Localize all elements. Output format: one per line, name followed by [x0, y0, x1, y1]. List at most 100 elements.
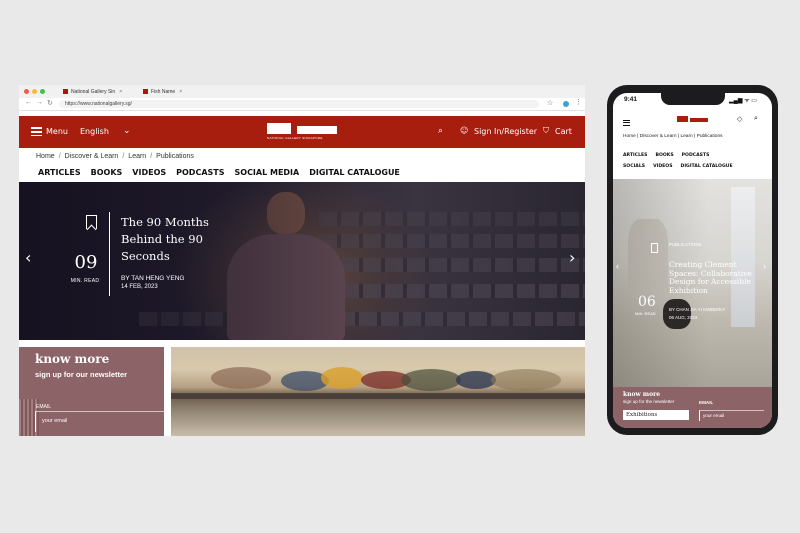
phone-breadcrumb: Home | Discover & Learn | Learn | Public… — [623, 134, 723, 139]
newsletter-subheading: sign up for our newsletter — [35, 370, 128, 379]
hero-article-title[interactable]: Creating Clement Spaces: Collaborative D… — [669, 260, 759, 295]
hero-carousel[interactable]: 09 MIN. READ The 90 Months Behind the 90… — [19, 182, 585, 340]
user-icon[interactable]: ☺ — [460, 127, 468, 135]
read-time-number: 06 — [638, 294, 656, 310]
reload-icon[interactable]: ↻ — [47, 99, 53, 107]
gallery-logo-wordmark[interactable] — [297, 126, 337, 134]
forward-icon[interactable]: → — [36, 99, 43, 106]
email-label: EMAIL — [36, 404, 52, 410]
breadcrumb-home[interactable]: Home — [623, 134, 636, 139]
newsletter-card: know more sign up for our newsletter EMA… — [19, 347, 164, 436]
newsletter-heading: know more — [623, 391, 661, 398]
carousel-next-icon[interactable]: › — [569, 248, 575, 267]
bookmark-star-icon[interactable]: ☆ — [547, 99, 553, 107]
bookmark-icon[interactable] — [651, 243, 658, 253]
nav-socials[interactable]: SOCIALS — [623, 161, 645, 172]
address-bar[interactable]: https://www.nationalgallery.sg/ — [59, 100, 539, 108]
newsletter-heading: know more — [35, 352, 110, 366]
minimize-window-icon[interactable] — [32, 89, 37, 94]
breadcrumb-learn[interactable]: Learn — [128, 153, 146, 160]
email-field[interactable]: your email — [699, 410, 764, 421]
hero-article-title[interactable]: The 90 Months Behind the 90 Seconds — [121, 214, 231, 265]
breadcrumb-publications[interactable]: Publications — [697, 134, 723, 139]
maximize-window-icon[interactable] — [40, 89, 45, 94]
gallery-logo-mark[interactable] — [677, 116, 688, 122]
tab-label: National Gallery Sin — [71, 89, 116, 95]
read-time-unit: MIN. READ — [70, 278, 100, 284]
hero-category: PUBLICATIONS — [669, 242, 702, 247]
cart-link[interactable]: Cart — [555, 128, 572, 136]
watercolour-painting-card[interactable] — [171, 347, 585, 436]
bookmark-icon[interactable] — [86, 215, 97, 229]
browser-tab-fish-name[interactable]: Fish Name × — [143, 86, 182, 98]
nav-videos[interactable]: VIDEOS — [653, 161, 672, 172]
menu-label[interactable]: Menu — [46, 128, 68, 136]
status-icons: ▂▄▆ ᯤ ▭ — [729, 98, 757, 104]
breadcrumb-discover-learn[interactable]: Discover & Learn — [65, 153, 119, 160]
email-label: EMAIL — [699, 400, 714, 405]
desktop-browser-window: National Gallery Sin × Fish Name × ← → ↻ h… — [19, 85, 585, 436]
carousel-prev-icon[interactable]: ‹ — [616, 261, 619, 271]
hero-date: 14 FEB, 2023 — [121, 284, 158, 290]
search-icon[interactable]: ⌕ — [754, 115, 758, 123]
read-time-unit: MIN. READ — [635, 311, 656, 316]
subnav-digital-catalogue[interactable]: DIGITAL CATALOGUE — [309, 168, 400, 177]
chevron-down-icon[interactable]: ⌄ — [123, 127, 131, 136]
hamburger-menu-icon[interactable] — [31, 125, 42, 139]
search-icon[interactable]: ⌕ — [438, 127, 443, 136]
status-time: 9:41 — [624, 96, 638, 103]
language-selector[interactable]: English — [80, 128, 109, 136]
breadcrumb-home[interactable]: Home — [36, 153, 55, 160]
phone-publications-nav: ARTICLES BOOKS PODCASTS SOCIALS VIDEOS DIGIT… — [623, 150, 741, 172]
carousel-next-icon[interactable]: › — [763, 261, 766, 271]
profile-avatar-icon[interactable] — [563, 101, 569, 107]
favicon-icon — [143, 89, 148, 94]
topic-select[interactable]: Exhibitions — [623, 410, 689, 420]
hero-author: BY TAN HENG YENG — [121, 275, 185, 282]
topic-select-value: Exhibitions — [626, 412, 658, 418]
breadcrumb-discover-learn[interactable]: Discover & Learn — [640, 134, 677, 139]
subnav-videos[interactable]: VIDEOS — [132, 168, 166, 177]
email-field[interactable]: your email — [35, 411, 164, 432]
publications-subnav: ARTICLES BOOKS VIDEOS PODCASTS SOCIAL MEDIA D… — [38, 168, 410, 177]
subnav-podcasts[interactable]: PODCASTS — [176, 168, 224, 177]
phone-site-header: ◇ ⌕ — [613, 111, 772, 133]
close-tab-icon[interactable]: × — [179, 89, 182, 95]
subnav-books[interactable]: BOOKS — [91, 168, 123, 177]
back-icon[interactable]: ← — [25, 99, 32, 106]
sign-in-link[interactable]: Sign In/Register — [474, 128, 537, 136]
phone-notch — [661, 93, 725, 105]
nav-books[interactable]: BOOKS — [655, 150, 673, 161]
favicon-icon — [63, 89, 68, 94]
browser-tab-bar: National Gallery Sin × Fish Name × — [19, 85, 585, 98]
browser-toolbar: ← → ↻ https://www.nationalgallery.sg/ ☆ … — [19, 98, 585, 111]
carousel-prev-icon[interactable]: ‹ — [25, 248, 31, 267]
subnav-articles[interactable]: ARTICLES — [38, 168, 81, 177]
tab-label: Fish Name — [151, 89, 176, 95]
gallery-logo-wordmark[interactable] — [690, 118, 708, 122]
newsletter-subheading: sign up for the newsletter — [623, 399, 675, 404]
breadcrumb-publications[interactable]: Publications — [156, 153, 194, 160]
close-window-icon[interactable] — [24, 89, 29, 94]
nav-articles[interactable]: ARTICLES — [623, 150, 647, 161]
logo-caption: NATIONAL GALLERY SINGAPORE — [267, 136, 323, 140]
phone-screen: 9:41 ▂▄▆ ᯤ ▭ ◇ ⌕ Home | Discover & Learn… — [613, 93, 772, 428]
breadcrumb: Home / Discover & Learn / Learn / Publications — [36, 153, 194, 160]
gallery-logo-mark[interactable] — [267, 123, 291, 134]
subnav-social-media[interactable]: SOCIAL MEDIA — [235, 168, 300, 177]
ticket-icon[interactable]: ◇ — [737, 115, 742, 123]
nav-podcasts[interactable]: PODCASTS — [682, 150, 710, 161]
nav-digital-catalogue[interactable]: DIGITAL CATALOGUE — [681, 161, 733, 172]
browser-menu-icon[interactable]: ⋮ — [575, 98, 582, 106]
cart-icon[interactable]: ⛉ — [543, 127, 549, 135]
hero-date: 06 AUG, 2023 — [669, 315, 698, 320]
close-tab-icon[interactable]: × — [119, 89, 122, 95]
breadcrumb-learn[interactable]: Learn — [680, 134, 692, 139]
site-header: Menu English ⌄ NATIONAL GALLERY SINGAPOR… — [19, 116, 585, 148]
hamburger-menu-icon[interactable] — [623, 118, 630, 127]
read-time-number: 09 — [74, 252, 98, 273]
hero-author: BY CHAN JIA YI KIMBERLY — [669, 307, 726, 312]
phone-hero-carousel[interactable]: PUBLICATIONS Creating Clement Spaces: Co… — [613, 179, 772, 387]
browser-tab-national-gallery[interactable]: National Gallery Sin × — [63, 86, 122, 98]
hero-divider — [109, 212, 110, 296]
